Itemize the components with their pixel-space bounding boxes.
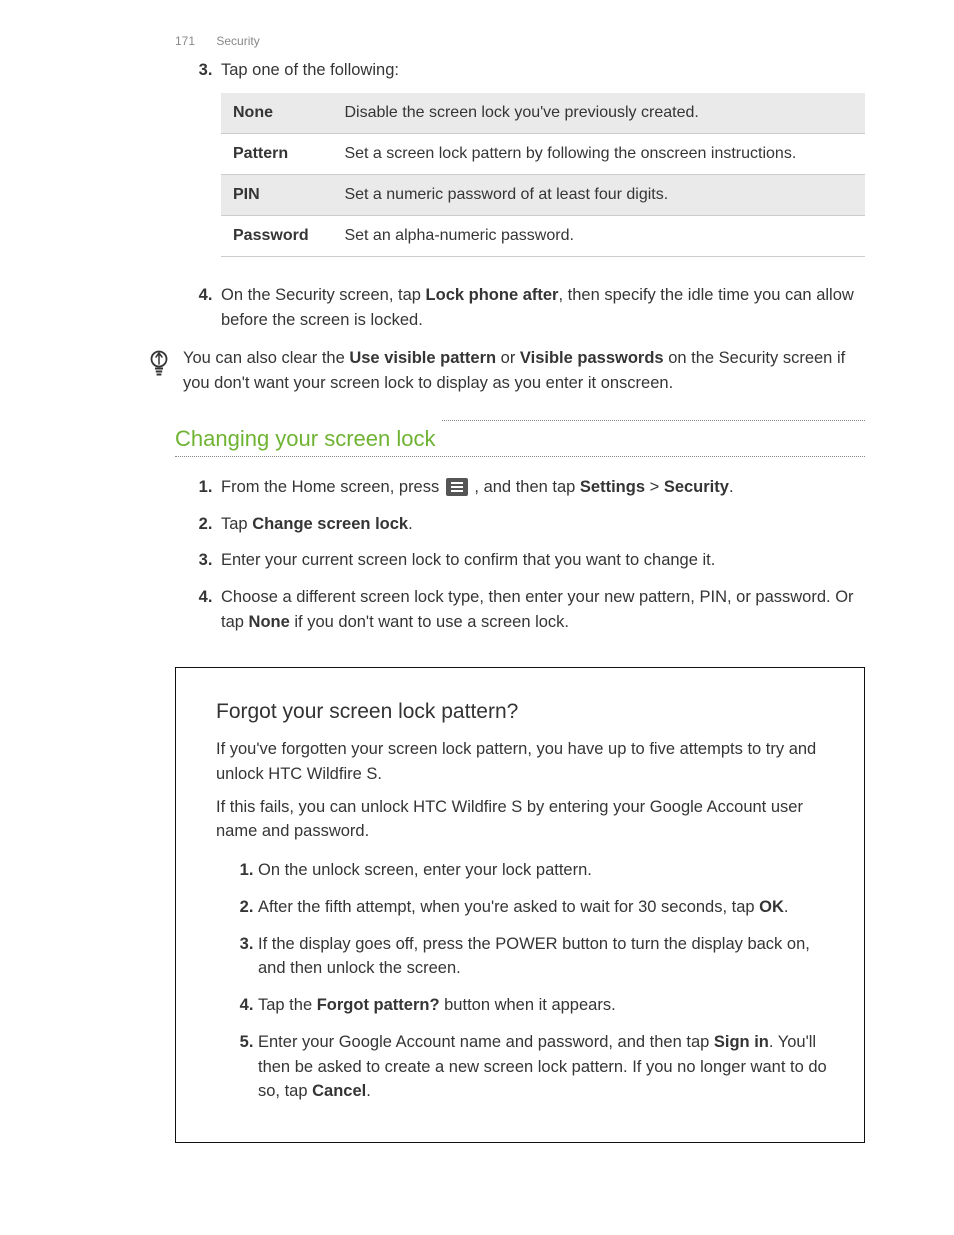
page-header: 171 Security [0, 0, 954, 50]
section-title: Changing your screen lock [175, 420, 441, 457]
text: > [645, 478, 664, 496]
cell-desc: Set a screen lock pattern by following t… [332, 133, 865, 174]
page-number: 171 [175, 34, 195, 48]
cell-desc: Disable the screen lock you've previousl… [332, 93, 865, 134]
content-main: Tap one of the following: None Disable t… [0, 50, 865, 1143]
text: Tap the [258, 996, 317, 1014]
lock-options-table: None Disable the screen lock you've prev… [221, 93, 865, 257]
tip-mid: or [496, 349, 520, 367]
text: Tap [221, 515, 252, 533]
text-bold: Forgot pattern? [317, 996, 440, 1014]
step-4-pre: On the Security screen, tap [221, 286, 426, 304]
text: . [366, 1082, 371, 1100]
forgot-step-1: On the unlock screen, enter your lock pa… [258, 852, 830, 889]
text: . [408, 515, 413, 533]
text: , and then tap [470, 478, 580, 496]
table-row: Pattern Set a screen lock pattern by fol… [221, 133, 865, 174]
tip-pre: You can also clear the [183, 349, 349, 367]
text: button when it appears. [440, 996, 616, 1014]
text-bold: Cancel [312, 1082, 366, 1100]
section-title-wrap: Changing your screen lock [175, 420, 865, 457]
forgot-step-4: Tap the Forgot pattern? button when it a… [258, 987, 830, 1024]
text: Enter your Google Account name and passw… [258, 1033, 714, 1051]
cell-name: Password [221, 215, 332, 256]
step-4-bold: Lock phone after [426, 286, 559, 304]
change-step-1: From the Home screen, press , and then t… [217, 467, 865, 504]
forgot-p1: If you've forgotten your screen lock pat… [216, 737, 830, 787]
lightbulb-icon [149, 350, 169, 376]
text: if you don't want to use a screen lock. [290, 613, 569, 631]
text: . [729, 478, 734, 496]
tip-callout: You can also clear the Use visible patte… [149, 340, 865, 402]
change-step-4: Choose a different screen lock type, the… [217, 577, 865, 639]
table-row: Password Set an alpha-numeric password. [221, 215, 865, 256]
tip-text: You can also clear the Use visible patte… [183, 346, 865, 396]
forgot-step-2: After the fifth attempt, when you're ask… [258, 889, 830, 926]
menu-icon [446, 478, 468, 496]
step-3: Tap one of the following: None Disable t… [217, 50, 865, 275]
text-bold: Settings [580, 478, 645, 496]
cell-desc: Set a numeric password of at least four … [332, 174, 865, 215]
text: From the Home screen, press [221, 478, 444, 496]
table-row: None Disable the screen lock you've prev… [221, 93, 865, 134]
step-4: On the Security screen, tap Lock phone a… [217, 275, 865, 337]
text-bold: Security [664, 478, 729, 496]
cell-name: Pattern [221, 133, 332, 174]
steps-list-top: Tap one of the following: None Disable t… [175, 50, 865, 336]
cell-desc: Set an alpha-numeric password. [332, 215, 865, 256]
change-step-3: Enter your current screen lock to confir… [217, 540, 865, 577]
forgot-title: Forgot your screen lock pattern? [216, 696, 830, 728]
text-bold: Change screen lock [252, 515, 408, 533]
text-bold: None [249, 613, 290, 631]
tip-b2: Visible passwords [520, 349, 664, 367]
change-step-2: Tap Change screen lock. [217, 504, 865, 541]
text-bold: OK [759, 898, 784, 916]
change-steps: From the Home screen, press , and then t… [175, 467, 865, 639]
forgot-step-5: Enter your Google Account name and passw… [258, 1024, 830, 1110]
forgot-callout: Forgot your screen lock pattern? If you'… [175, 667, 865, 1144]
tip-b1: Use visible pattern [349, 349, 496, 367]
cell-name: None [221, 93, 332, 134]
forgot-steps: On the unlock screen, enter your lock pa… [216, 852, 830, 1110]
step-3-text: Tap one of the following: [221, 61, 399, 79]
text: After the fifth attempt, when you're ask… [258, 898, 759, 916]
forgot-step-3: If the display goes off, press the POWER… [258, 926, 830, 988]
dots-rule [175, 456, 865, 457]
header-section: Security [216, 34, 259, 48]
cell-name: PIN [221, 174, 332, 215]
table-row: PIN Set a numeric password of at least f… [221, 174, 865, 215]
page: 171 Security Tap one of the following: N… [0, 0, 954, 1235]
text: . [784, 898, 789, 916]
text-bold: Sign in [714, 1033, 769, 1051]
forgot-p2: If this fails, you can unlock HTC Wildfi… [216, 795, 830, 845]
